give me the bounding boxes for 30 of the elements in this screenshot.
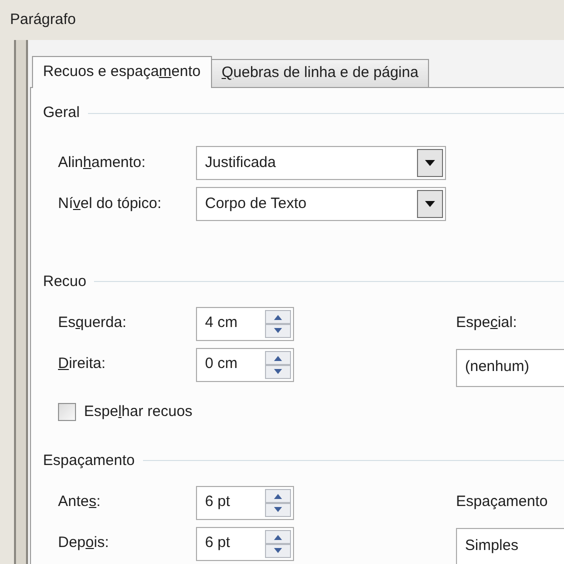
dropdown-field[interactable]: (nenhum): [456, 348, 564, 386]
field-label: Esquerda:: [58, 313, 128, 334]
field-label: Nível do tópico:: [58, 194, 162, 214]
field-label: Antes:: [58, 492, 102, 512]
checkbox[interactable]: [58, 403, 76, 422]
field-label: Especial:: [456, 313, 518, 334]
window-title: Parágrafo: [10, 10, 76, 30]
spin-field[interactable]: 0 cm: [196, 348, 294, 382]
field-label: Depois:: [58, 533, 110, 554]
tab[interactable]: Quebras de linha e de página: [212, 59, 430, 87]
spinner-arrows-icon[interactable]: [265, 310, 291, 338]
dropdown-field[interactable]: Corpo de Texto: [196, 187, 446, 221]
tab-label: Recuos e espaçamento: [43, 62, 201, 82]
spin-field[interactable]: 4 cm: [196, 306, 294, 340]
field-label: Espaçamento: [456, 492, 549, 512]
field-label: Alinhamento:: [58, 152, 147, 173]
spinner-arrows-icon[interactable]: [265, 530, 291, 558]
checkbox-label: Espelhar recuos: [84, 402, 192, 422]
spinner-arrows-icon[interactable]: [265, 488, 291, 516]
spinner-arrows-icon[interactable]: [265, 350, 291, 378]
section-title: Espaçamento: [43, 450, 135, 470]
spin-field[interactable]: 6 pt: [196, 486, 294, 520]
dropdown-field[interactable]: Justificada: [196, 146, 446, 180]
tab-label: Quebras de linha e de página: [222, 63, 418, 84]
field-label: Direita:: [58, 354, 107, 374]
spin-field[interactable]: 6 pt: [196, 526, 294, 560]
tab[interactable]: Recuos e espaçamento: [32, 56, 212, 88]
dropdown-field[interactable]: Simples: [456, 528, 564, 564]
section-title: Recuo: [43, 272, 86, 292]
section-title: Geral: [43, 103, 80, 123]
